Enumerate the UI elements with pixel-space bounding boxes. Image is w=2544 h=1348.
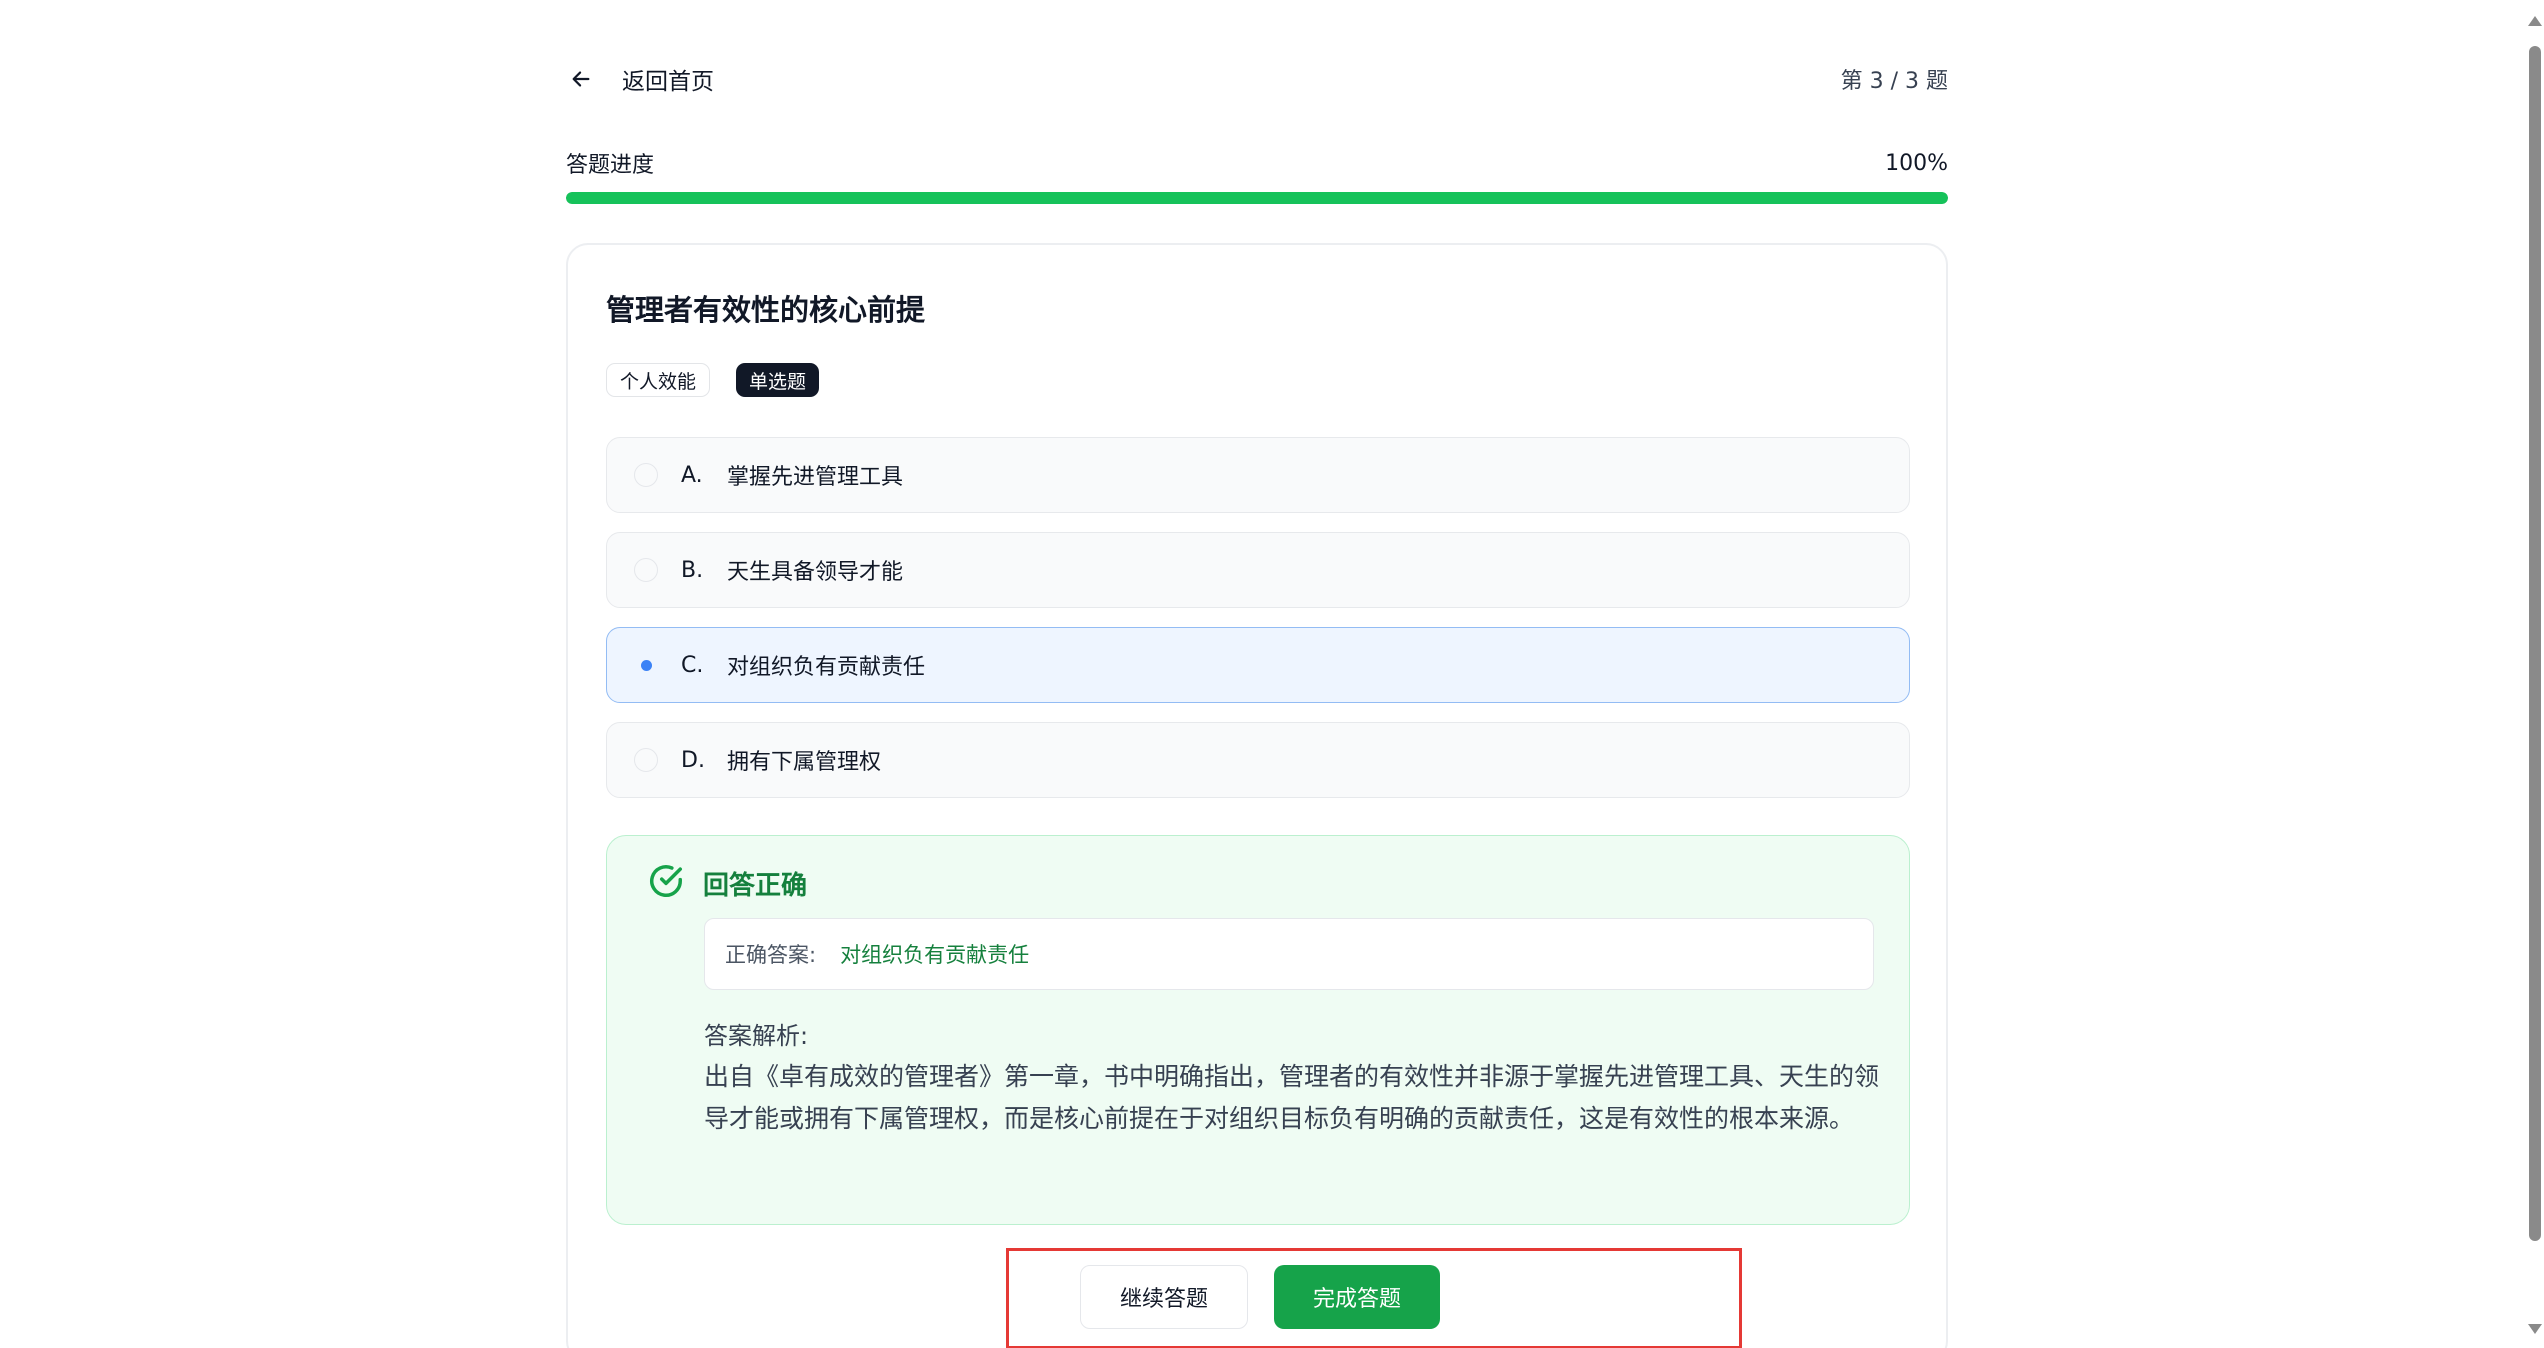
correct-answer-value: 对组织负有贡献责任: [840, 943, 1030, 967]
question-card: 管理者有效性的核心前提 个人效能 单选题 A. 掌握先进管理工具 B. 天生具备…: [566, 243, 1948, 1348]
option-c[interactable]: C. 对组织负有贡献责任: [606, 627, 1910, 703]
correct-answer-label: 正确答案:: [725, 943, 817, 967]
radio-icon: [634, 558, 658, 582]
option-text: 掌握先进管理工具: [727, 465, 904, 490]
question-counter: 第 3 / 3 题: [1840, 69, 1948, 94]
back-home-link[interactable]: 返回首页: [566, 62, 714, 96]
option-letter: A.: [681, 462, 703, 488]
scroll-up-arrow-icon[interactable]: [2528, 16, 2542, 26]
option-b[interactable]: B. 天生具备领导才能: [606, 532, 1910, 608]
correct-answer-box: 正确答案: 对组织负有贡献责任: [704, 918, 1874, 990]
question-title: 管理者有效性的核心前提: [606, 293, 926, 327]
scrollbar[interactable]: [2524, 0, 2544, 1348]
back-home-label: 返回首页: [622, 69, 714, 95]
progress-bar-fill: [566, 192, 1948, 204]
option-d[interactable]: D. 拥有下属管理权: [606, 722, 1910, 798]
option-text: 对组织负有贡献责任: [727, 655, 926, 680]
arrow-left-icon: [566, 64, 596, 94]
option-text: 天生具备领导才能: [727, 560, 904, 585]
question-tags: 个人效能 单选题: [606, 363, 820, 397]
option-text: 拥有下属管理权: [727, 750, 882, 775]
radio-icon: [634, 653, 658, 677]
radio-icon: [634, 748, 658, 772]
option-letter: D.: [681, 747, 705, 773]
result-header: 回答正确: [647, 862, 807, 904]
option-letter: B.: [681, 557, 704, 583]
option-letter: C.: [681, 652, 704, 678]
explanation-label: 答案解析:: [704, 1022, 809, 1050]
progress-bar: [566, 192, 1948, 204]
top-bar: 返回首页 第 3 / 3 题: [566, 58, 1948, 100]
progress-percent: 100%: [1885, 150, 1948, 176]
scrollbar-thumb[interactable]: [2529, 46, 2541, 1241]
question-type-tag: 单选题: [736, 363, 820, 397]
radio-icon: [634, 463, 658, 487]
result-panel: 回答正确 正确答案: 对组织负有贡献责任 答案解析: 出自《卓有成效的管理者》第…: [606, 835, 1910, 1225]
progress-header: 答题进度 100%: [566, 148, 1948, 179]
progress-label: 答题进度: [566, 153, 655, 178]
category-tag: 个人效能: [606, 363, 711, 397]
explanation-text: 出自《卓有成效的管理者》第一章，书中明确指出，管理者的有效性并非源于掌握先进管理…: [704, 1062, 1880, 1133]
scroll-down-arrow-icon[interactable]: [2528, 1324, 2542, 1334]
check-circle-icon: [647, 862, 685, 904]
option-a[interactable]: A. 掌握先进管理工具: [606, 437, 1910, 513]
highlight-box: [1006, 1248, 1742, 1348]
quiz-page: 返回首页 第 3 / 3 题 答题进度 100% 管理者有效性的核心前提 个人效…: [0, 0, 2544, 1348]
result-status: 回答正确: [703, 870, 808, 901]
